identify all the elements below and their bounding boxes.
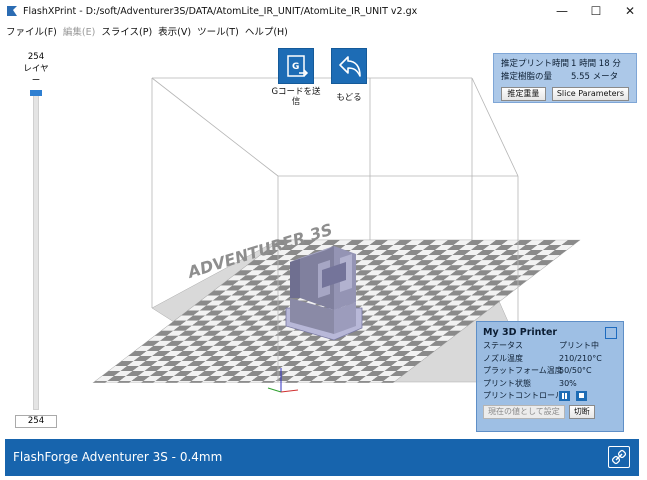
maximize-button[interactable]: ☐: [579, 0, 613, 22]
stop-icon[interactable]: [575, 390, 587, 401]
minimize-button[interactable]: —: [545, 0, 579, 22]
menu-bar: ファイル(F) 編集(E) スライス(P) 表示(V) ツール(T) ヘルプ(H…: [0, 22, 647, 40]
connect-link-button[interactable]: [608, 446, 630, 468]
menu-help[interactable]: ヘルプ(H): [242, 24, 291, 38]
disconnect-button[interactable]: 切断: [568, 404, 595, 419]
print-progress-value: 30%: [559, 378, 577, 388]
gcode-send-icon: G: [287, 55, 309, 77]
nozzle-temp-label: ノズル温度: [483, 353, 523, 363]
layer-slider-track[interactable]: [33, 92, 39, 410]
status-value: プリント中: [559, 341, 599, 350]
set-current-value-button[interactable]: 現在の値として設定: [483, 404, 565, 419]
layer-max-value: 254: [27, 52, 45, 62]
layer-caption: レイヤー: [23, 64, 49, 86]
estimate-panel: 推定プリント時間 1 時間 18 分 推定樹脂の量 5.55 メータ 推定重量 …: [493, 53, 637, 103]
print-progress-label: プリント状態: [483, 378, 531, 388]
platform-temp-label: プラットフォーム温度: [483, 366, 563, 375]
filament-length-label: 推定樹脂の量: [501, 72, 553, 82]
status-bar: FlashForge Adventurer 3S - 0.4mm: [0, 437, 647, 480]
printer-name: My 3D Printer: [483, 327, 558, 338]
print-time-label: 推定プリント時間: [501, 59, 570, 69]
print-time-value: 1 時間 18 分: [571, 59, 621, 69]
3d-model[interactable]: [285, 246, 363, 341]
nozzle-temp-value: 210/210°C: [559, 353, 602, 363]
layer-current-input[interactable]: 254: [15, 415, 57, 428]
filament-length-value: 5.55 メータ: [571, 72, 619, 82]
back-button[interactable]: [331, 48, 367, 84]
send-gcode-label: Gコードを送信: [271, 87, 321, 107]
close-button[interactable]: ✕: [613, 0, 647, 22]
window-title: FlashXPrint - D:/soft/Adventurer3S/DATA/…: [23, 5, 418, 17]
platform-temp-value: 50/50°C: [559, 366, 592, 375]
slice-parameters-button[interactable]: Slice Parameters: [551, 87, 629, 101]
layer-slider[interactable]: 254 レイヤー 254: [15, 52, 57, 432]
menu-file[interactable]: ファイル(F): [3, 24, 60, 38]
undo-arrow-icon: [339, 56, 361, 77]
3d-viewport[interactable]: ADVENTURER 3S 254 レイヤー 254 G Gコードを送信 もどる…: [0, 40, 647, 437]
estimate-weight-button[interactable]: 推定重量: [501, 87, 546, 101]
printer-status-strip: FlashForge Adventurer 3S - 0.4mm: [5, 439, 639, 476]
svg-text:G: G: [292, 62, 299, 72]
send-gcode-button[interactable]: G: [278, 48, 314, 84]
link-icon: [611, 449, 627, 465]
printer-model-label: FlashForge Adventurer 3S - 0.4mm: [13, 450, 223, 464]
layer-slider-thumb[interactable]: [30, 90, 42, 96]
print-control-label: プリントコントロール: [483, 391, 563, 400]
printer-control-panel: My 3D Printer ステータス プリント中 ノズル温度 210/210°…: [476, 321, 624, 432]
menu-tools[interactable]: ツール(T): [194, 24, 242, 38]
window-controls: — ☐ ✕: [545, 0, 647, 22]
menu-slice[interactable]: スライス(P): [98, 24, 155, 38]
back-label: もどる: [336, 93, 362, 103]
title-bar: FlashXPrint - D:/soft/Adventurer3S/DATA/…: [0, 0, 647, 22]
flashprint-logo-icon: [7, 6, 17, 16]
pause-icon[interactable]: [559, 390, 570, 401]
edit-icon[interactable]: [605, 327, 617, 339]
menu-edit[interactable]: 編集(E): [60, 24, 98, 38]
menu-view[interactable]: 表示(V): [155, 24, 194, 38]
status-label: ステータス: [483, 341, 523, 350]
